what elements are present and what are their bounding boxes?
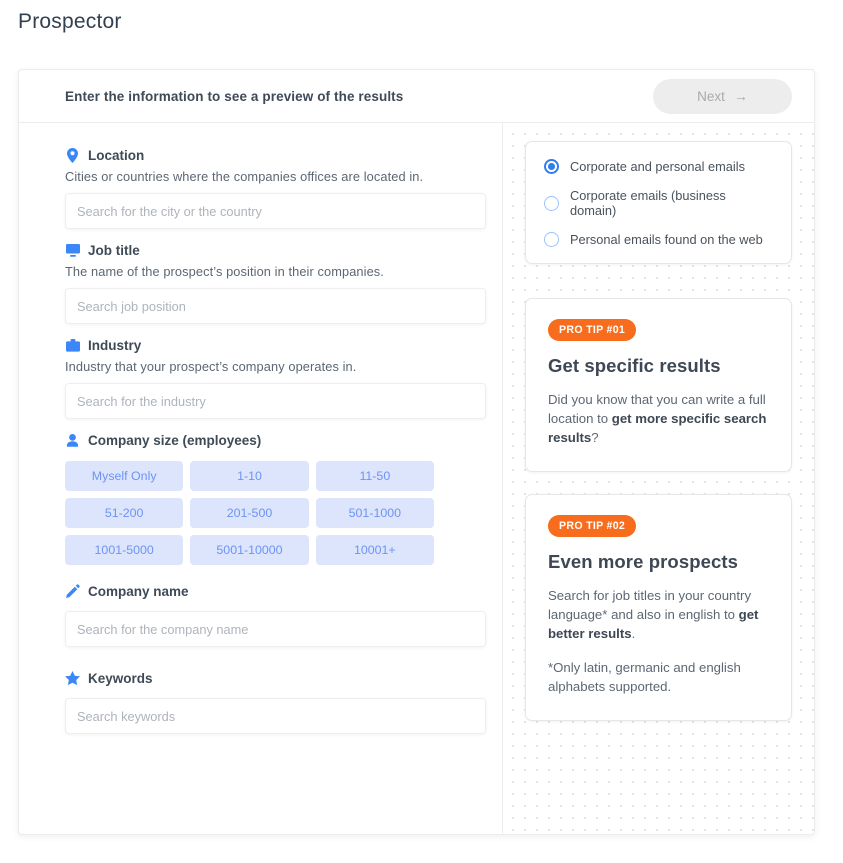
pro-tip-text: Did you know that you can write a full l…: [548, 392, 767, 445]
field-job-title-label-text: Job title: [88, 242, 140, 258]
field-industry-description: Industry that your prospect’s company op…: [65, 359, 357, 374]
radio-label: Personal emails found on the web: [570, 232, 763, 247]
field-company-name: Company name: [65, 583, 486, 647]
card-body: Location Cities or countries where the c…: [19, 123, 814, 834]
field-company-size-label-text: Company size (employees): [88, 432, 262, 448]
company-size-option[interactable]: 51-200: [65, 498, 184, 528]
radio-icon: [544, 195, 559, 211]
radio-label: Corporate and personal emails: [570, 159, 745, 174]
industry-input[interactable]: [65, 383, 486, 419]
keywords-input[interactable]: [65, 698, 486, 734]
briefcase-icon: [65, 337, 80, 353]
field-industry-label: Industry: [65, 337, 484, 353]
company-size-option[interactable]: Myself Only: [65, 461, 184, 491]
radio-corporate-only[interactable]: Corporate emails (business domain): [544, 188, 773, 218]
pencil-icon: [65, 583, 80, 599]
field-industry-label-text: Industry: [88, 337, 142, 353]
field-location: Location Cities or countries where the c…: [65, 147, 486, 229]
field-job-title-description: The name of the prospect’s position in t…: [65, 264, 384, 279]
field-job-title-label: Job title: [65, 242, 484, 258]
pro-tip-card-01: PRO TIP #01 Get specific results Did you…: [525, 298, 792, 472]
form-column: Location Cities or countries where the c…: [19, 123, 502, 834]
field-location-description: Cities or countries where the companies …: [65, 169, 424, 184]
status-badge: PRO TIP #02: [548, 515, 637, 537]
next-button[interactable]: Next →: [653, 78, 792, 114]
company-size-option[interactable]: 5001-10000: [190, 535, 309, 565]
company-size-option[interactable]: 11-50: [315, 461, 434, 491]
user-icon: [65, 432, 80, 448]
pro-tip-card-02: PRO TIP #02 Even more prospects Search f…: [525, 494, 792, 721]
field-location-label: Location: [65, 147, 484, 163]
field-keywords-label-text: Keywords: [88, 670, 153, 686]
pro-tip-title: Even more prospects: [548, 551, 739, 572]
monitor-icon: [65, 242, 80, 258]
field-keywords-label: Keywords: [65, 670, 484, 686]
radio-icon: [544, 232, 559, 247]
card-header-title: Enter the information to see a preview o…: [65, 88, 404, 104]
field-company-name-label: Company name: [65, 583, 484, 599]
field-company-size: Company size (employees) Myself Only 1-1…: [65, 432, 484, 565]
company-size-option[interactable]: 1001-5000: [65, 535, 184, 565]
field-company-size-label: Company size (employees): [65, 432, 484, 448]
next-button-label: Next: [697, 88, 725, 104]
field-keywords: Keywords: [65, 670, 486, 734]
radio-label: Corporate emails (business domain): [570, 188, 726, 218]
pro-tip-footnote: *Only latin, germanic and english alphab…: [548, 660, 741, 694]
field-company-name-label-text: Company name: [88, 583, 189, 599]
page-title: Prospector: [18, 10, 122, 33]
map-pin-icon: [65, 147, 80, 163]
pro-tip-title: Get specific results: [548, 355, 721, 376]
radio-corporate-and-personal[interactable]: Corporate and personal emails: [544, 159, 773, 174]
arrow-right-icon: →: [733, 88, 748, 104]
location-input[interactable]: [65, 193, 486, 229]
company-size-option[interactable]: 1-10: [190, 461, 309, 491]
star-icon: [65, 670, 80, 686]
prospector-card: Enter the information to see a preview o…: [18, 69, 815, 835]
job-title-input[interactable]: [65, 288, 486, 324]
card-header: Enter the information to see a preview o…: [19, 70, 814, 123]
company-size-options: Myself Only 1-10 11-50 51-200 201-500 50…: [65, 461, 434, 565]
email-type-panel: Corporate and personal emails Corporate …: [525, 141, 792, 264]
company-name-input[interactable]: [65, 611, 486, 647]
company-size-option[interactable]: 501-1000: [315, 498, 434, 528]
field-job-title: Job title The name of the prospect’s pos…: [65, 242, 486, 324]
field-industry: Industry Industry that your prospect’s c…: [65, 337, 486, 419]
pro-tip-text: Search for job titles in your country la…: [548, 588, 759, 641]
sidebar-column: Corporate and personal emails Corporate …: [502, 123, 814, 834]
status-badge: PRO TIP #01: [548, 319, 637, 341]
radio-icon: [544, 159, 559, 174]
company-size-option[interactable]: 10001+: [315, 535, 434, 565]
radio-personal-web[interactable]: Personal emails found on the web: [544, 232, 773, 247]
company-size-option[interactable]: 201-500: [190, 498, 309, 528]
field-location-label-text: Location: [88, 147, 145, 163]
